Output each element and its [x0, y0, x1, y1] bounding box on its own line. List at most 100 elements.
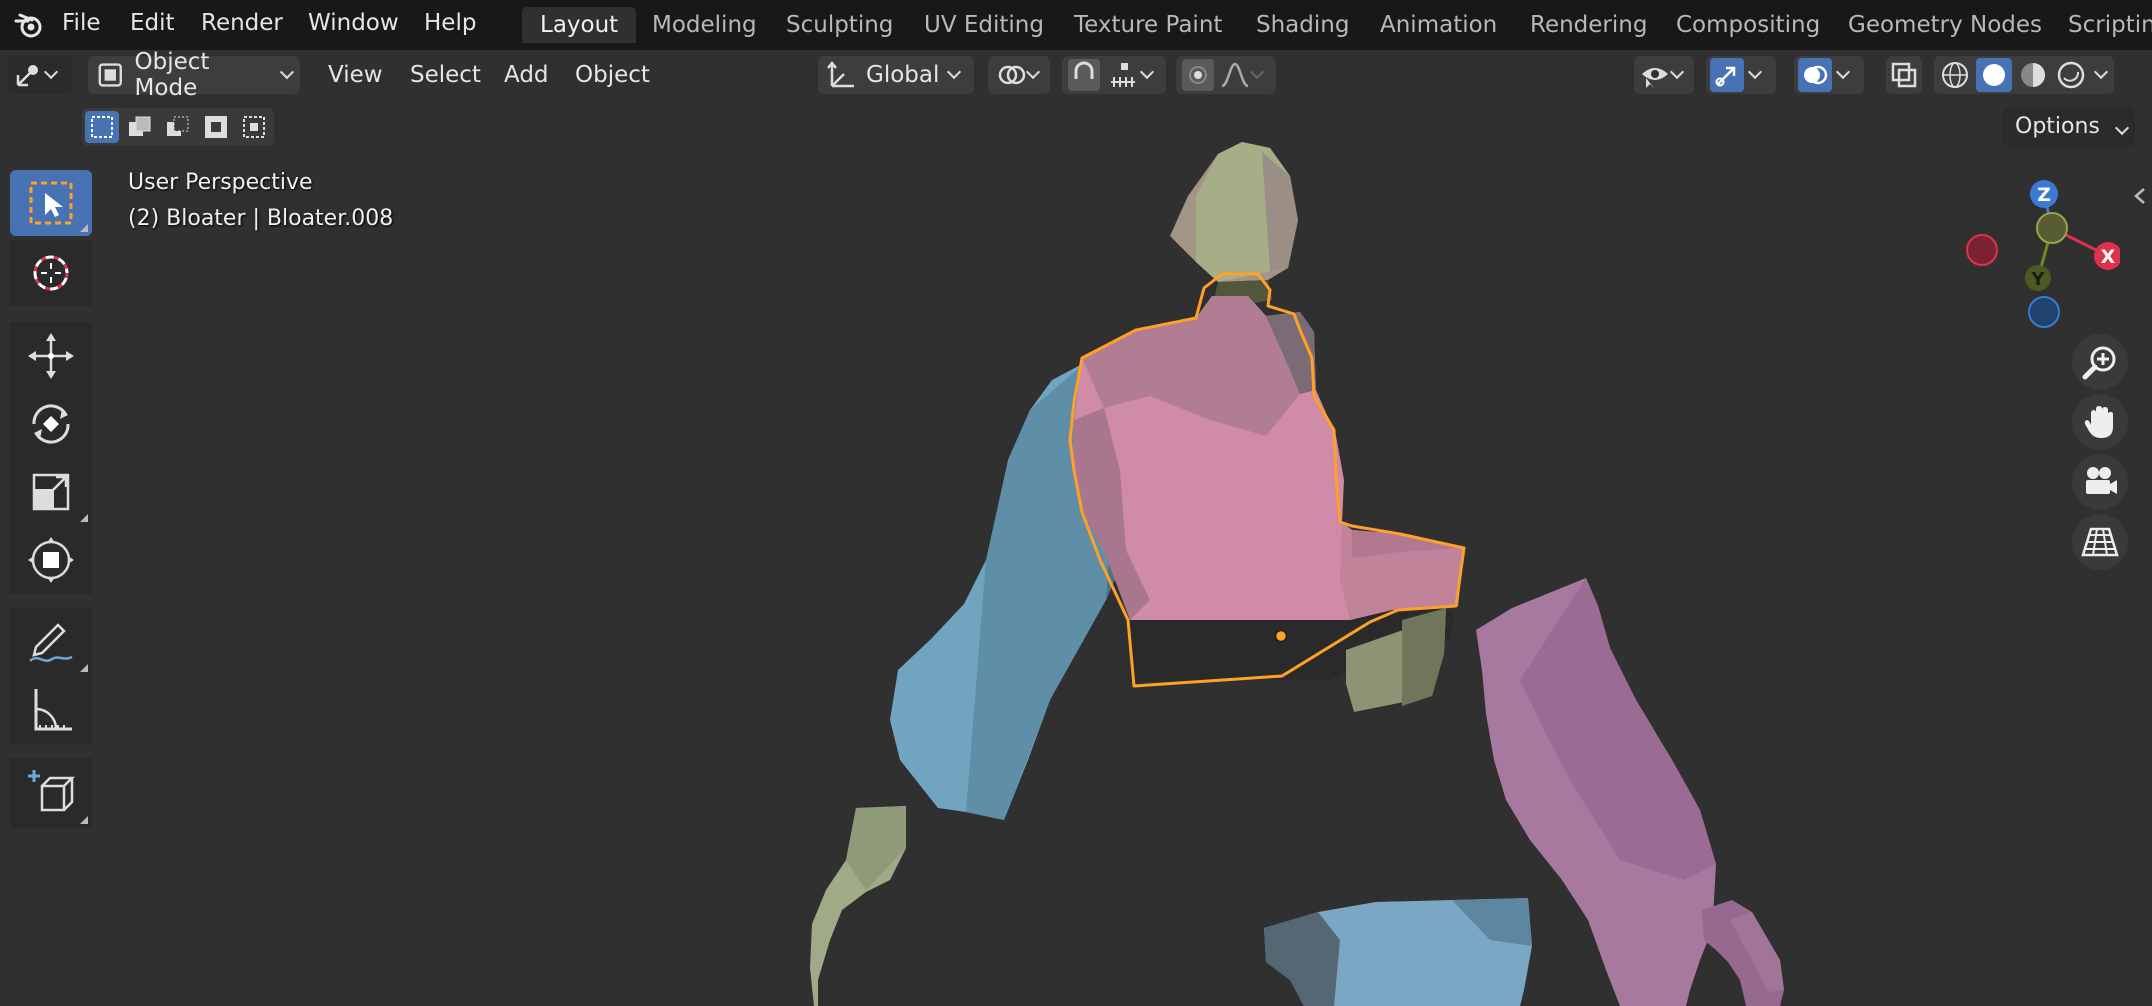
tool-add-cube[interactable]	[10, 758, 92, 828]
viewport-header: Object Mode View Select Add Object Globa…	[0, 49, 2152, 101]
tab-geometry-nodes[interactable]: Geometry Nodes	[1830, 7, 2060, 43]
gizmo-z-label: Z	[2037, 184, 2051, 206]
tab-shading[interactable]: Shading	[1238, 7, 1367, 43]
mode-dropdown[interactable]: Object Mode	[88, 49, 300, 101]
menu-add[interactable]: Add	[494, 56, 559, 94]
select-box-icon	[29, 181, 73, 225]
editor-type-button[interactable]	[8, 56, 72, 94]
sidebar-toggle-chevron-icon[interactable]	[2132, 186, 2148, 206]
eye-pointer-icon	[1642, 68, 1668, 88]
proportional-edit-icon	[1182, 59, 1214, 91]
chevron-down-icon	[43, 64, 59, 80]
tool-cursor[interactable]	[10, 240, 92, 306]
mesh-head[interactable]	[1170, 142, 1298, 306]
scale-icon	[32, 473, 70, 511]
pivot-point-dropdown[interactable]	[988, 56, 1050, 94]
overlays-icon	[1804, 65, 1828, 85]
wireframe-shading-icon[interactable]	[1938, 58, 1972, 92]
mesh-torso-selected[interactable]	[1072, 296, 1464, 620]
solid-shading-button[interactable]	[1976, 58, 2012, 92]
overlays-dropdown[interactable]	[1794, 56, 1864, 94]
tab-sculpting[interactable]: Sculpting	[768, 7, 911, 43]
falloff-curve-icon	[1221, 62, 1249, 88]
tab-compositing[interactable]: Compositing	[1658, 7, 1838, 43]
transform-orientation-dropdown[interactable]: Global	[818, 56, 974, 94]
tab-rendering[interactable]: Rendering	[1512, 7, 1665, 43]
chevron-down-icon	[1747, 64, 1763, 80]
chevron-down-icon	[1139, 64, 1155, 80]
tool-move[interactable]	[10, 322, 92, 390]
xray-icon	[1891, 62, 1917, 88]
snap-magnet-icon	[1068, 59, 1100, 91]
tool-measure[interactable]	[10, 676, 92, 744]
gizmo-x-label: X	[2101, 246, 2116, 268]
snapping-group[interactable]	[1062, 56, 1166, 94]
active-object-label: (2) Bloater | Bloater.008	[128, 206, 394, 231]
tab-scripting[interactable]: Scripting	[2050, 7, 2152, 43]
tool-rotate[interactable]	[10, 390, 92, 458]
gizmo-neg-x-icon[interactable]	[1966, 234, 1998, 266]
menu-object[interactable]: Object	[565, 56, 660, 94]
menu-view[interactable]: View	[318, 56, 393, 94]
tab-texture-paint[interactable]: Texture Paint	[1056, 7, 1240, 43]
gizmo-neg-y-icon[interactable]	[2036, 212, 2068, 244]
tool-annotate[interactable]	[10, 608, 92, 676]
chevron-down-icon	[1835, 64, 1851, 80]
tool-transform[interactable]	[10, 526, 92, 594]
mode-label: Object Mode	[134, 49, 210, 101]
orientation-axes-icon	[827, 60, 854, 88]
tab-modeling[interactable]: Modeling	[634, 7, 775, 43]
shading-mode-group[interactable]	[1934, 56, 2114, 94]
menu-edit[interactable]: Edit	[124, 0, 181, 46]
chevron-down-icon	[947, 64, 962, 80]
pan-button[interactable]	[2072, 394, 2128, 450]
rotate-icon	[32, 404, 70, 444]
tab-uv-editing[interactable]: UV Editing	[906, 7, 1062, 43]
xray-toggle[interactable]	[1886, 56, 1922, 94]
perspective-label: User Perspective	[128, 170, 313, 195]
measure-ruler-icon	[34, 689, 72, 731]
tool-options-corner	[80, 514, 88, 522]
grid-perspective-icon	[2081, 527, 2119, 557]
menu-help[interactable]: Help	[418, 0, 482, 46]
gizmo-dropdown[interactable]	[1706, 56, 1776, 94]
tab-layout[interactable]: Layout	[522, 7, 637, 43]
material-preview-icon[interactable]	[2016, 58, 2050, 92]
gizmo-neg-z-icon[interactable]	[2028, 296, 2060, 328]
tool-options-corner	[80, 224, 88, 232]
pencil-annotate-icon	[29, 623, 73, 662]
tool-options-corner	[80, 816, 88, 824]
orientation-label: Global	[866, 62, 940, 88]
mesh-hips[interactable]	[1264, 898, 1532, 1006]
camera-view-button[interactable]	[2072, 454, 2128, 510]
menu-window[interactable]: Window	[302, 0, 405, 46]
tool-options-corner	[80, 664, 88, 672]
chevron-down-icon	[2093, 64, 2109, 80]
tool-select-box[interactable]	[10, 170, 92, 236]
rendered-shading-icon[interactable]	[2054, 58, 2088, 92]
transform-icon	[28, 537, 74, 583]
proportional-editing-group[interactable]	[1176, 56, 1276, 94]
object-mode-icon	[98, 63, 122, 87]
hand-pan-icon	[2084, 406, 2113, 438]
chevron-down-icon	[1669, 64, 1685, 80]
visibility-dropdown[interactable]	[1634, 56, 1694, 94]
chevron-down-icon	[1025, 64, 1041, 80]
chevron-down-icon	[280, 65, 295, 79]
menu-select[interactable]: Select	[400, 56, 491, 94]
menu-file[interactable]: File	[56, 0, 107, 46]
zoom-button[interactable]	[2072, 334, 2128, 390]
navigation-gizmo[interactable]: Z X Y	[1960, 172, 2120, 332]
perspective-toggle-button[interactable]	[2072, 514, 2128, 570]
blender-logo-icon[interactable]	[12, 8, 46, 42]
tab-animation[interactable]: Animation	[1362, 7, 1515, 43]
viewport-scene[interactable]	[0, 100, 2152, 1006]
menu-render[interactable]: Render	[195, 0, 289, 46]
tool-scale[interactable]	[10, 458, 92, 526]
overlays-toggle[interactable]	[1798, 58, 1832, 92]
snap-increment-icon	[1111, 63, 1135, 87]
gizmo-toggle[interactable]	[1710, 58, 1744, 92]
solid-shading-icon	[1983, 64, 2005, 86]
top-menu-bar: File Edit Render Window Help Layout Mode…	[0, 0, 2152, 50]
pivot-icon	[998, 65, 1026, 85]
